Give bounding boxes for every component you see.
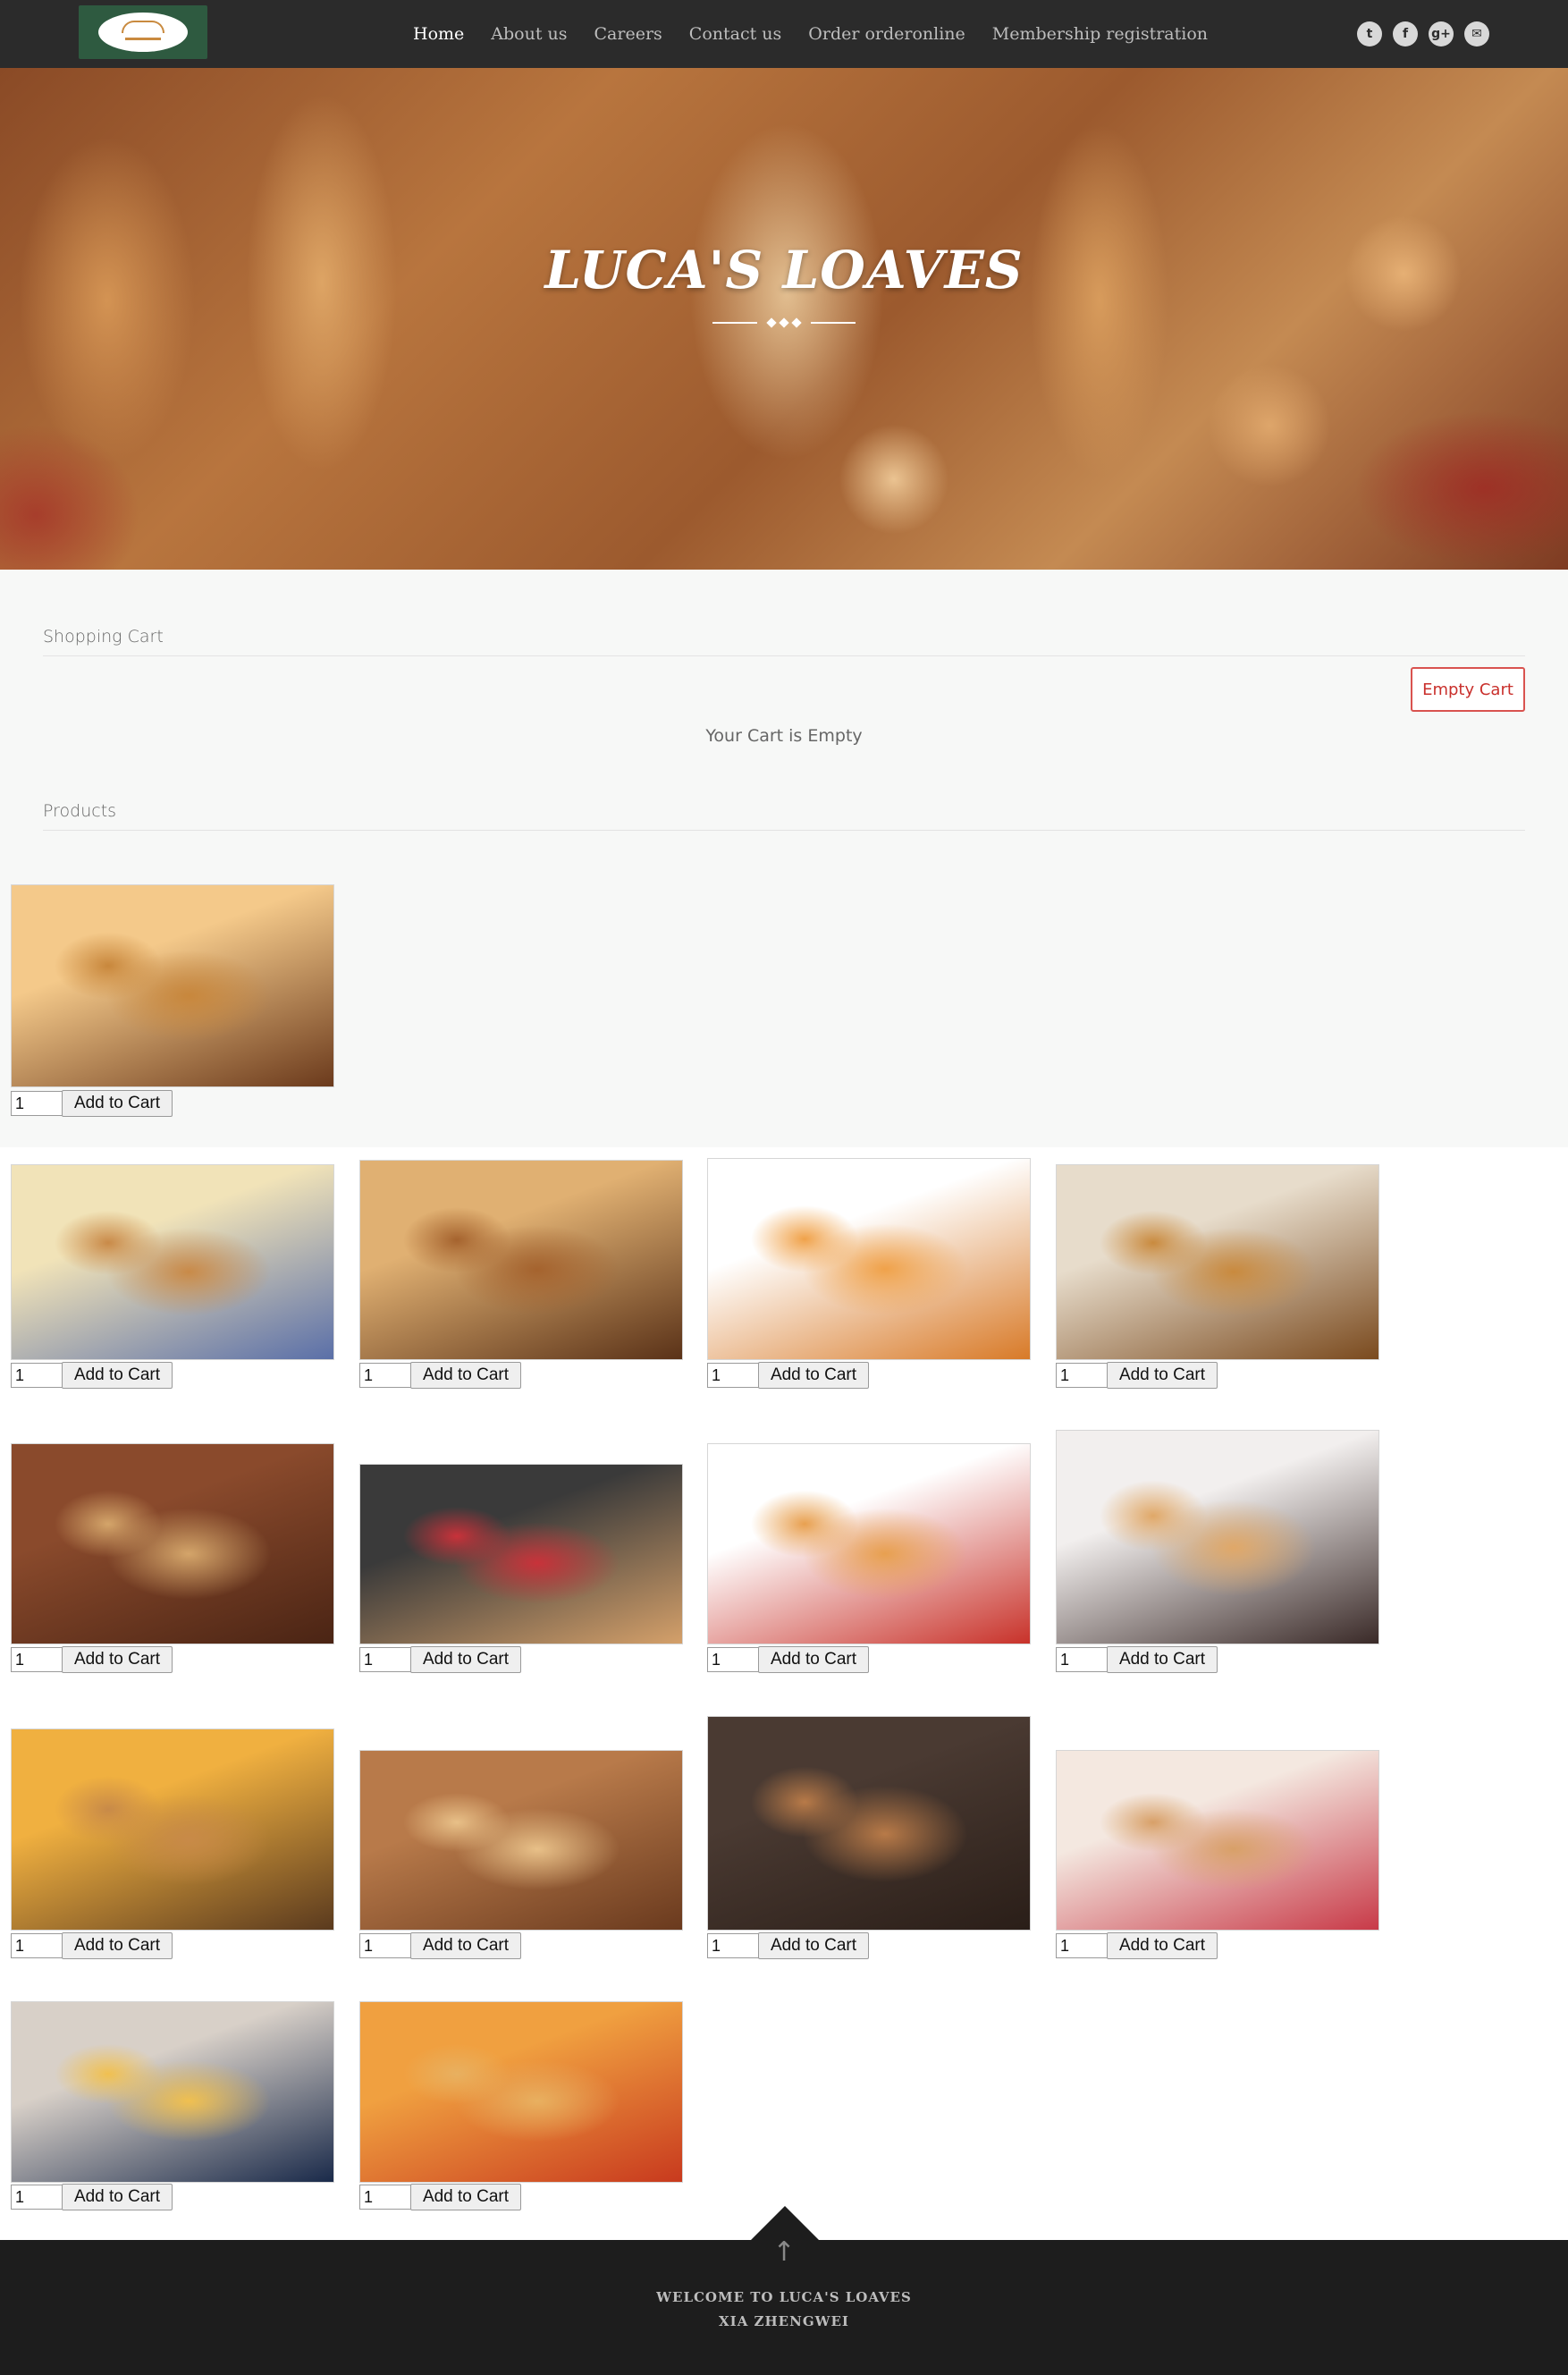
quantity-input[interactable] [1056,1933,1108,1958]
cream-bun-image [11,884,334,1087]
add-to-cart-button[interactable]: Add to Cart [758,1646,869,1673]
add-to-cart-button[interactable]: Add to Cart [758,1932,869,1959]
top-navbar: Home About us Careers Contact us Order o… [0,0,1568,68]
quantity-input[interactable] [1056,1363,1108,1388]
bread-basket-image [11,1443,334,1644]
hero-divider [712,317,856,329]
products-heading-rule [43,830,1525,831]
email-icon[interactable]: ✉ [1464,21,1489,46]
add-to-cart-button[interactable]: Add to Cart [62,1646,173,1673]
back-to-top-arrow-icon[interactable]: ↑ [766,2237,802,2268]
quantity-input[interactable] [707,1933,759,1958]
add-to-cart-button[interactable]: Add to Cart [62,1362,173,1389]
quantity-input[interactable] [11,2185,63,2210]
wheat-breads-image [11,1728,334,1931]
cart-heading-rule [43,655,1525,656]
butter-loaf-image [11,2001,334,2183]
rustic-bread-image [359,1160,683,1360]
footer-notch [751,2206,819,2240]
footer-welcome: WELCOME TO LUCA'S LOAVES [656,2289,912,2305]
logo-underline [125,38,161,40]
nav-about-us[interactable]: About us [491,24,567,44]
logo-bread-mark [122,21,164,33]
coffee-croissant-image [707,1716,1031,1931]
add-to-cart-button[interactable]: Add to Cart [1107,1362,1218,1389]
add-to-cart-button[interactable]: Add to Cart [1107,1646,1218,1673]
pretzel-rolls-image [707,1158,1031,1360]
quantity-input[interactable] [359,1363,411,1388]
footer-author: XIA ZHENGWEI [719,2313,849,2329]
shopping-cart-heading: Shopping Cart [43,627,164,647]
nav-contact-us[interactable]: Contact us [689,24,781,44]
add-to-cart-button[interactable]: Add to Cart [410,1646,521,1673]
quantity-input[interactable] [359,1933,411,1958]
quantity-input[interactable] [11,1933,63,1958]
hero-title: LUCA'S LOAVES [544,240,1024,300]
divider-dot [779,317,789,328]
nav-careers[interactable]: Careers [594,24,662,44]
quantity-input[interactable] [11,1647,63,1672]
hot-dog-image [707,1443,1031,1644]
logo-badge [98,13,188,52]
round-loaf-image [1056,1164,1379,1360]
croissant-berries-image [359,1464,683,1644]
sliced-loaf-image [11,1164,334,1360]
add-to-cart-button[interactable]: Add to Cart [410,1932,521,1959]
add-to-cart-button[interactable]: Add to Cart [62,2184,173,2210]
quantity-input[interactable] [1056,1647,1108,1672]
divider-line-left [712,322,757,324]
google-plus-icon[interactable]: g+ [1429,21,1454,46]
nav-home[interactable]: Home [413,24,464,44]
striped-rolls-image [1056,1430,1379,1644]
breakfast-spread-image [1056,1750,1379,1931]
quantity-input[interactable] [11,1091,63,1116]
quantity-input[interactable] [359,2185,411,2210]
hero-banner: LUCA'S LOAVES [0,68,1568,570]
twitter-icon[interactable]: t [1357,21,1382,46]
bun-basket-image [359,1750,683,1931]
nav-order-online[interactable]: Order orderonline [808,24,965,44]
add-to-cart-button[interactable]: Add to Cart [62,1932,173,1959]
nav-membership-registration[interactable]: Membership registration [992,24,1208,44]
divider-line-right [811,322,856,324]
add-to-cart-button[interactable]: Add to Cart [1107,1932,1218,1959]
main-nav: Home About us Careers Contact us Order o… [413,0,1208,68]
cart-empty-message: Your Cart is Empty [705,726,863,746]
empty-cart-button[interactable]: Empty Cart [1411,667,1525,712]
add-to-cart-button[interactable]: Add to Cart [410,1362,521,1389]
quantity-input[interactable] [11,1363,63,1388]
quantity-input[interactable] [359,1647,411,1672]
site-logo[interactable] [79,5,207,59]
add-to-cart-button[interactable]: Add to Cart [62,1090,173,1117]
products-heading: Products [43,801,117,821]
facebook-icon[interactable]: f [1393,21,1418,46]
quantity-input[interactable] [707,1647,759,1672]
divider-dot [766,317,777,328]
divider-dot [791,317,802,328]
quantity-input[interactable] [707,1363,759,1388]
rolls-plate-image [359,2001,683,2183]
social-links: t f g+ ✉ [1357,21,1489,46]
add-to-cart-button[interactable]: Add to Cart [410,2184,521,2210]
add-to-cart-button[interactable]: Add to Cart [758,1362,869,1389]
